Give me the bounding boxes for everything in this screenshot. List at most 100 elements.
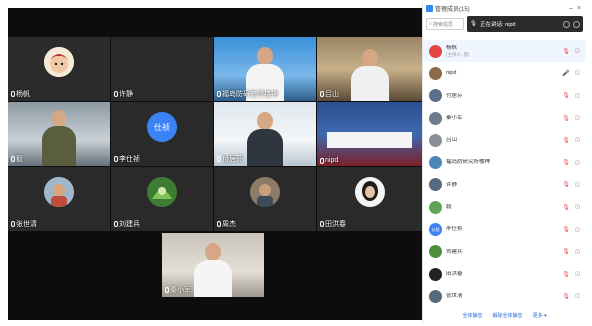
- mic-icon: [217, 91, 221, 97]
- more-button[interactable]: 更多 ▾: [533, 312, 547, 319]
- close-icon[interactable]: ×: [575, 5, 583, 12]
- panel-toolbar: ⌕ 搜索成员 🎙 正在讲话: nipd: [423, 14, 586, 34]
- person-figure: [246, 112, 284, 166]
- participant-name: 张世清: [446, 293, 463, 300]
- settings-icon[interactable]: [563, 20, 570, 28]
- participant-name: 秦小军: [446, 114, 463, 121]
- share-icon[interactable]: [573, 20, 580, 28]
- mic-icon: [114, 221, 118, 227]
- avatar: 仕祯: [429, 223, 442, 237]
- tile-label: 杨帆: [11, 89, 30, 99]
- tile-label: nipd: [320, 157, 338, 164]
- camera-off-icon[interactable]: ◫: [573, 48, 582, 55]
- mic-muted-icon[interactable]: 🎙: [562, 115, 570, 122]
- mute-all-button[interactable]: 全体静音: [463, 312, 483, 319]
- app-logo-icon: [426, 4, 433, 12]
- camera-off-icon[interactable]: ◫: [573, 159, 582, 166]
- tile-label: 付居芬: [217, 154, 243, 164]
- video-tile[interactable]: 刘建兵: [111, 167, 213, 231]
- participant-row[interactable]: nipd 🎤 ◫: [423, 62, 586, 84]
- participant-row[interactable]: 田洪春 🎙 ◫: [423, 263, 586, 285]
- tile-label: 田洪春: [320, 219, 346, 229]
- mic-muted-icon[interactable]: 🎙: [562, 293, 570, 300]
- tile-label: 李仕祯: [114, 154, 140, 164]
- camera-off-icon[interactable]: ◫: [573, 70, 582, 77]
- participant-name: 李仕祯: [446, 226, 463, 233]
- video-tile[interactable]: 许静: [111, 37, 213, 101]
- mic-muted-icon[interactable]: 🎙: [562, 48, 570, 55]
- participant-row[interactable]: 毅 🎙 ◫: [423, 196, 586, 218]
- video-tile[interactable]: 周杰: [214, 167, 316, 231]
- participant-row[interactable]: 仕祯 李仕祯 🎙 ◫: [423, 218, 586, 240]
- video-tile[interactable]: 福岛防研究所楼神: [214, 37, 316, 101]
- camera-off-icon[interactable]: ◫: [573, 181, 582, 188]
- mic-muted-icon[interactable]: 🎙: [562, 181, 570, 188]
- tile-label: 吕山: [320, 89, 339, 99]
- mic-muted-icon[interactable]: 🎙: [562, 226, 570, 233]
- video-tile[interactable]: 秦小军: [162, 233, 264, 297]
- mic-muted-icon[interactable]: 🎙: [562, 159, 570, 166]
- mic-icon: [11, 91, 15, 97]
- participant-row[interactable]: 福岛防研究所楼神 🎙 ◫: [423, 151, 586, 173]
- participant-name: 田洪春: [446, 270, 463, 277]
- participant-row[interactable]: 刘建兵 🎙 ◫: [423, 241, 586, 263]
- mic-icon: [320, 91, 324, 97]
- mic-muted-icon[interactable]: 🎙: [562, 92, 570, 99]
- person-figure: [41, 110, 77, 166]
- participant-name: nipd: [446, 70, 457, 77]
- mic-icon: [320, 221, 324, 227]
- participant-row[interactable]: 秦小军 🎙 ◫: [423, 107, 586, 129]
- camera-off-icon[interactable]: ◫: [573, 115, 582, 122]
- search-input[interactable]: ⌕ 搜索成员: [426, 18, 464, 30]
- camera-off-icon[interactable]: ◫: [573, 92, 582, 99]
- participant-row[interactable]: 许静 🎙 ◫: [423, 174, 586, 196]
- tile-label: 秦小军: [165, 285, 191, 295]
- camera-off-icon[interactable]: ◫: [573, 293, 582, 300]
- participant-row[interactable]: 张世清 🎙 ◫: [423, 285, 586, 307]
- video-tile[interactable]: 毅: [8, 102, 110, 166]
- participant-row[interactable]: 杨帆 (主持人, 我) 🎙 ◫: [423, 40, 586, 63]
- video-tile[interactable]: 付居芬: [214, 102, 316, 166]
- mic-muted-icon[interactable]: 🎙: [562, 137, 570, 144]
- camera-off-icon[interactable]: ◫: [573, 204, 582, 211]
- camera-off-icon[interactable]: ◫: [573, 248, 582, 255]
- tile-label: 周杰: [217, 219, 236, 229]
- avatar: [44, 177, 74, 207]
- avatar: [354, 177, 385, 207]
- avatar: [429, 178, 442, 192]
- mic-icon: [217, 156, 221, 162]
- participant-row[interactable]: 付居芬 🎙 ◫: [423, 85, 586, 107]
- person-figure: [350, 49, 390, 101]
- mic-icon[interactable]: 🎤: [562, 70, 569, 77]
- video-tile[interactable]: 田洪春: [317, 167, 422, 231]
- mic-muted-icon[interactable]: 🎙: [562, 248, 570, 255]
- video-tile[interactable]: 吕山: [317, 37, 422, 101]
- participant-row[interactable]: 吕山 🎙 ◫: [423, 129, 586, 151]
- mic-icon: [11, 221, 15, 227]
- avatar: [429, 89, 442, 103]
- mic-muted-icon[interactable]: 🎙: [562, 271, 570, 278]
- tile-label: 福岛防研究所楼神: [217, 89, 278, 99]
- camera-off-icon[interactable]: ◫: [573, 271, 582, 278]
- camera-off-icon[interactable]: ◫: [573, 137, 582, 144]
- avatar: [250, 177, 280, 207]
- video-tile[interactable]: 张世清: [8, 167, 110, 231]
- avatar: [44, 47, 74, 77]
- video-tile[interactable]: 仕祯 李仕祯: [111, 102, 213, 166]
- tile-label: 毅: [11, 154, 23, 164]
- video-tile[interactable]: nipd: [317, 102, 422, 166]
- avatar: [429, 66, 442, 80]
- participant-name: 杨帆 (主持人, 我): [446, 45, 470, 57]
- unmute-all-button[interactable]: 解除全体静音: [493, 312, 523, 319]
- camera-off-icon[interactable]: ◫: [573, 226, 582, 233]
- avatar: [429, 245, 442, 259]
- minimize-icon[interactable]: –: [567, 5, 575, 12]
- mic-icon: [114, 91, 118, 97]
- mic-icon: 🎙: [470, 21, 477, 27]
- participant-name: 刘建兵: [446, 248, 463, 255]
- mic-muted-icon[interactable]: 🎙: [562, 204, 570, 211]
- video-tile[interactable]: 杨帆: [8, 37, 110, 101]
- meeting-table: [327, 132, 412, 148]
- avatar: 仕祯: [147, 112, 177, 142]
- avatar: [429, 111, 442, 125]
